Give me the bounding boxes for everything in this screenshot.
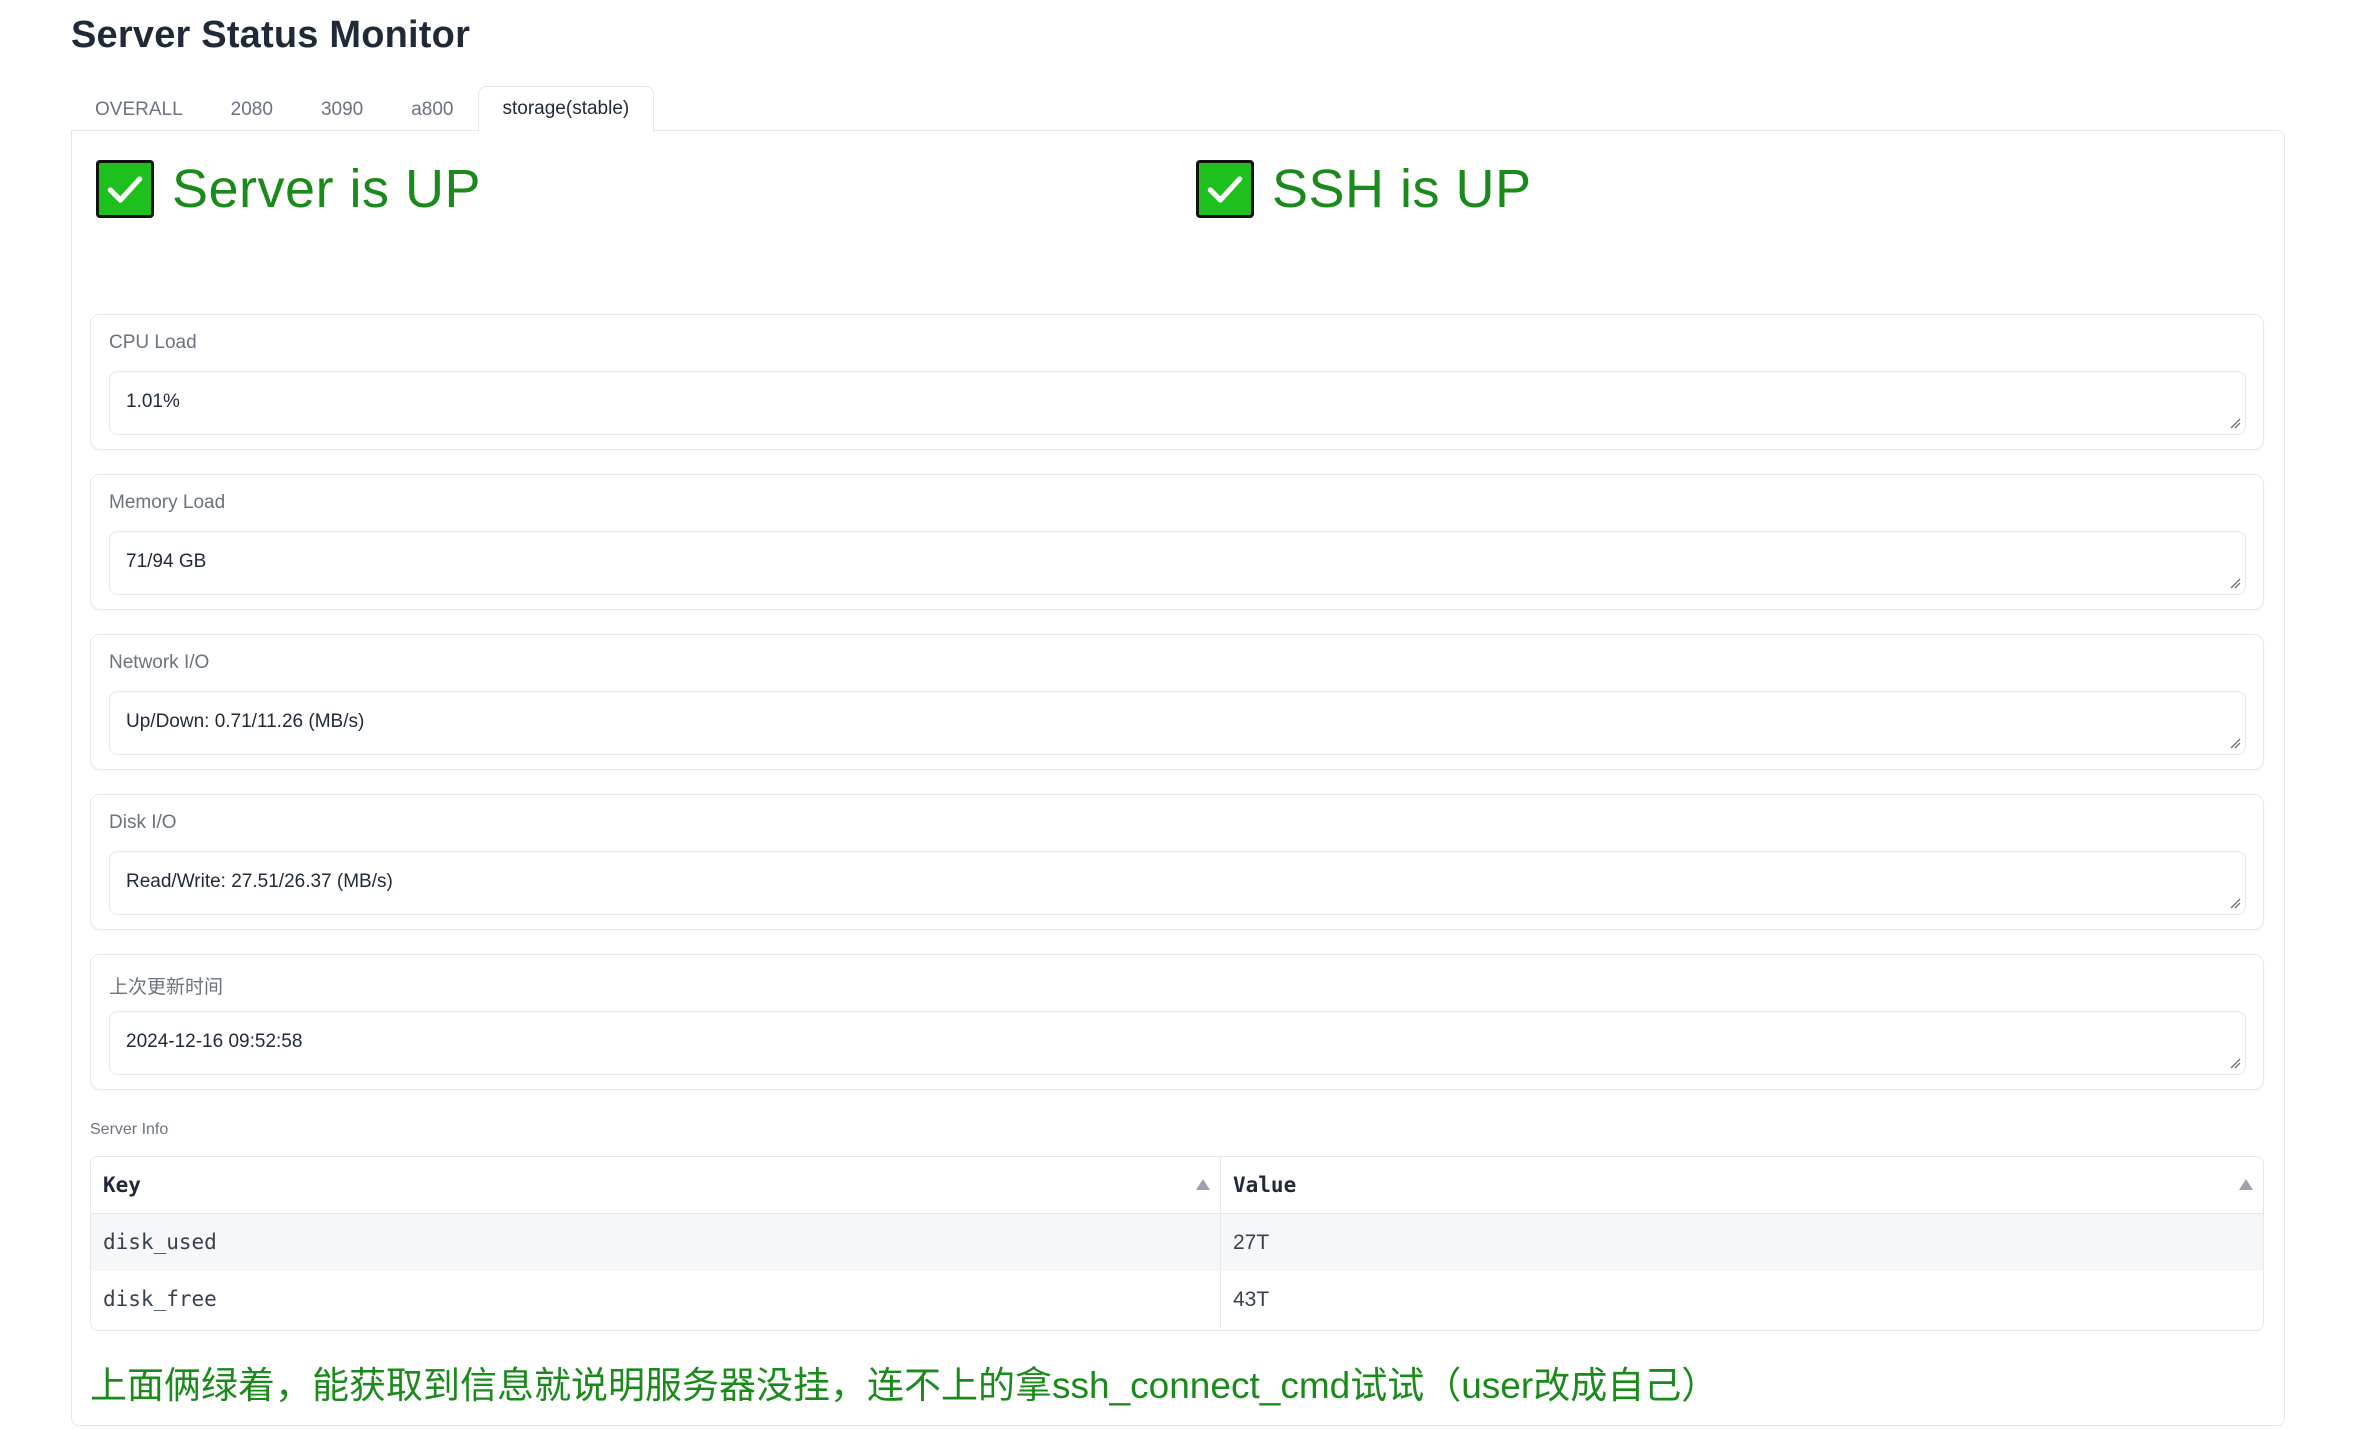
resize-grip-icon[interactable] [2229,1057,2241,1069]
ssh-status: SSH is UP [1196,158,1532,220]
table-row: disk_free 43T [91,1271,2263,1328]
memory-load-textbox[interactable]: 71/94 GB [109,531,2246,595]
tab-bar: OVERALL 2080 3090 a800 storage(stable) [71,86,655,132]
column-header-key[interactable]: Key [91,1157,1221,1213]
network-io-field: Network I/O Up/Down: 0.71/11.26 (MB/s) [90,634,2264,770]
ssh-status-text: SSH is UP [1272,159,1532,219]
memory-load-field: Memory Load 71/94 GB [90,474,2264,610]
server-info-caption: Server Info [90,1121,169,1138]
server-status: Server is UP [96,158,481,220]
table-cell-key[interactable]: disk_free [91,1271,1221,1328]
tab-panel: Server is UP SSH is UP CPU Load 1.01% Me… [71,130,2285,1426]
help-note: 上面俩绿着，能获取到信息就说明服务器没挂，连不上的拿ssh_connect_cm… [90,1365,1719,1406]
cpu-load-field: CPU Load 1.01% [90,314,2264,450]
field-label: 上次更新时间 [109,977,224,998]
resize-grip-icon[interactable] [2229,417,2241,429]
resize-grip-icon[interactable] [2229,897,2241,909]
server-status-text: Server is UP [172,159,482,219]
tab-3090[interactable]: 3090 [297,88,387,132]
column-header-label: Key [103,1173,141,1197]
table-header-row: Key Value [91,1157,2263,1214]
field-label: Network I/O [109,652,210,673]
server-info-table: Key Value disk_used 27T disk_free 43T [90,1156,2264,1331]
last-update-field: 上次更新时间 2024-12-16 09:52:58 [90,954,2264,1090]
field-label: Memory Load [109,492,226,513]
table-row: disk_used 27T [91,1214,2263,1271]
tab-storage-stable[interactable]: storage(stable) [477,86,655,132]
check-box-icon [96,160,154,218]
tab-a800[interactable]: a800 [387,88,477,132]
field-label: CPU Load [109,332,197,353]
table-cell-value[interactable]: 43T [1221,1271,2263,1328]
sort-ascending-icon[interactable] [2239,1179,2253,1190]
column-header-label: Value [1233,1173,1297,1197]
tab-overall[interactable]: OVERALL [71,88,207,132]
disk-io-field: Disk I/O Read/Write: 27.51/26.37 (MB/s) [90,794,2264,930]
cell-text: 43T [1233,1288,1270,1311]
resize-grip-icon[interactable] [2229,737,2241,749]
tab-2080[interactable]: 2080 [207,88,297,132]
resize-grip-icon[interactable] [2229,577,2241,589]
network-io-textbox[interactable]: Up/Down: 0.71/11.26 (MB/s) [109,691,2246,755]
disk-io-textbox[interactable]: Read/Write: 27.51/26.37 (MB/s) [109,851,2246,915]
sort-ascending-icon[interactable] [1196,1179,1210,1190]
page-title: Server Status Monitor [71,14,471,56]
last-update-textbox[interactable]: 2024-12-16 09:52:58 [109,1011,2246,1075]
column-header-value[interactable]: Value [1221,1157,2263,1213]
field-label: Disk I/O [109,812,177,833]
table-cell-value[interactable]: 27T [1221,1214,2263,1271]
cell-text: 27T [1233,1231,1270,1254]
app-root: Server Status Monitor OVERALL 2080 3090 … [0,0,2355,1429]
check-box-icon [1196,160,1254,218]
cpu-load-textbox[interactable]: 1.01% [109,371,2246,435]
table-cell-key[interactable]: disk_used [91,1214,1221,1271]
